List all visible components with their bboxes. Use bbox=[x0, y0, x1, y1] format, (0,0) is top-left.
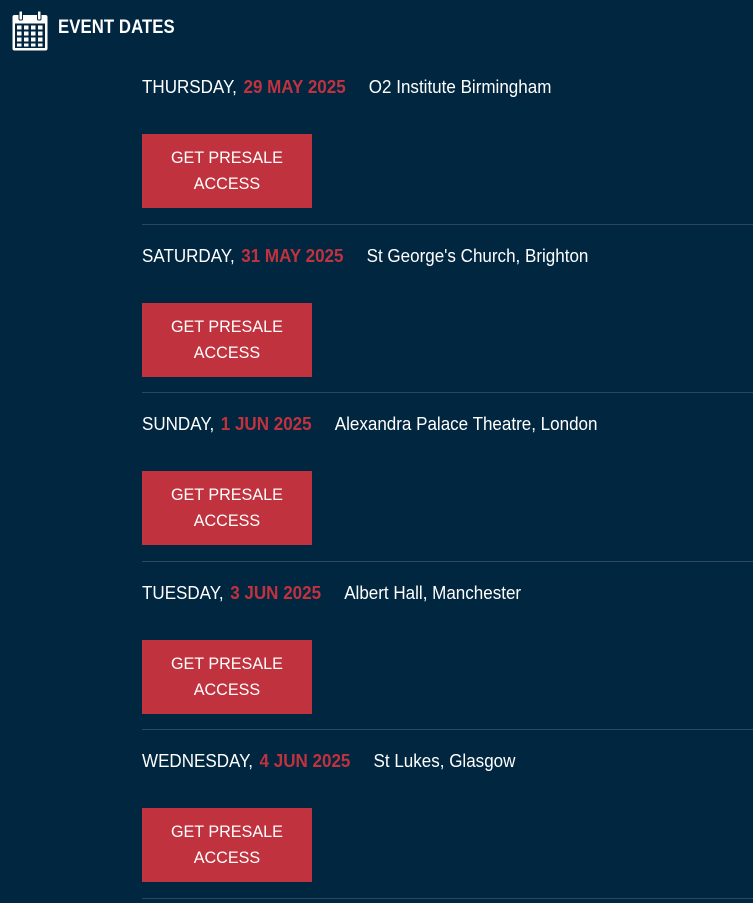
event-day: THURSDAY, bbox=[142, 76, 237, 97]
event-info: TUESDAY, 3 JUN 2025 Albert Hall, Manches… bbox=[142, 582, 521, 604]
button-label-line1: GET PRESALE bbox=[171, 316, 283, 336]
event-day: TUESDAY, bbox=[142, 581, 224, 603]
button-label-line2: ACCESS bbox=[193, 848, 261, 867]
event-row: THURSDAY, 29 MAY 2025 O2 Institute Birmi… bbox=[142, 56, 753, 225]
button-label-line2: ACCESS bbox=[193, 511, 261, 530]
section-title: EVENT DATES bbox=[58, 17, 175, 38]
event-row: WEDNESDAY, 4 JUN 2025 St Lukes, Glasgow … bbox=[142, 730, 753, 899]
event-date: 4 JUN 2025 bbox=[259, 750, 351, 771]
calendar-icon bbox=[12, 11, 48, 51]
button-label-line2: ACCESS bbox=[193, 342, 261, 362]
event-info: SATURDAY, 31 MAY 2025 St George's Church… bbox=[142, 245, 588, 267]
event-dates-header: EVENT DATES bbox=[12, 11, 191, 51]
get-presale-access-button[interactable]: GET PRESALE ACCESS bbox=[142, 134, 312, 208]
button-label-line2: ACCESS bbox=[193, 679, 261, 699]
event-date: 31 MAY 2025 bbox=[241, 244, 344, 266]
get-presale-access-button[interactable]: GET PRESALE ACCESS bbox=[142, 639, 312, 714]
event-day: SATURDAY, bbox=[142, 244, 235, 266]
event-row: SATURDAY, 31 MAY 2025 St George's Church… bbox=[142, 225, 753, 393]
event-row: TUESDAY, 3 JUN 2025 Albert Hall, Manches… bbox=[142, 562, 753, 730]
event-info: SUNDAY, 1 JUN 2025 Alexandra Palace Thea… bbox=[142, 413, 597, 435]
get-presale-access-button[interactable]: GET PRESALE ACCESS bbox=[142, 302, 312, 377]
event-day: WEDNESDAY, bbox=[142, 750, 253, 771]
event-day: SUNDAY, bbox=[142, 413, 215, 434]
button-label-line1: GET PRESALE bbox=[171, 485, 283, 504]
event-venue: Albert Hall, Manchester bbox=[344, 581, 522, 603]
button-label-line1: GET PRESALE bbox=[171, 148, 283, 167]
event-info: THURSDAY, 29 MAY 2025 O2 Institute Birmi… bbox=[142, 76, 551, 98]
event-venue: St George's Church, Brighton bbox=[366, 244, 589, 266]
button-label-line2: ACCESS bbox=[193, 174, 261, 193]
event-venue: Alexandra Palace Theatre, London bbox=[334, 413, 598, 434]
event-list: THURSDAY, 29 MAY 2025 O2 Institute Birmi… bbox=[142, 56, 753, 899]
event-info: WEDNESDAY, 4 JUN 2025 St Lukes, Glasgow bbox=[142, 750, 515, 772]
event-date: 3 JUN 2025 bbox=[230, 581, 322, 603]
event-venue: St Lukes, Glasgow bbox=[373, 750, 516, 771]
button-label-line1: GET PRESALE bbox=[171, 822, 283, 841]
event-date: 29 MAY 2025 bbox=[243, 76, 346, 97]
event-row: SUNDAY, 1 JUN 2025 Alexandra Palace Thea… bbox=[142, 393, 753, 562]
event-venue: O2 Institute Birmingham bbox=[368, 76, 552, 97]
event-date: 1 JUN 2025 bbox=[220, 413, 312, 434]
get-presale-access-button[interactable]: GET PRESALE ACCESS bbox=[142, 808, 312, 882]
button-label-line1: GET PRESALE bbox=[171, 653, 283, 673]
get-presale-access-button[interactable]: GET PRESALE ACCESS bbox=[142, 471, 312, 545]
